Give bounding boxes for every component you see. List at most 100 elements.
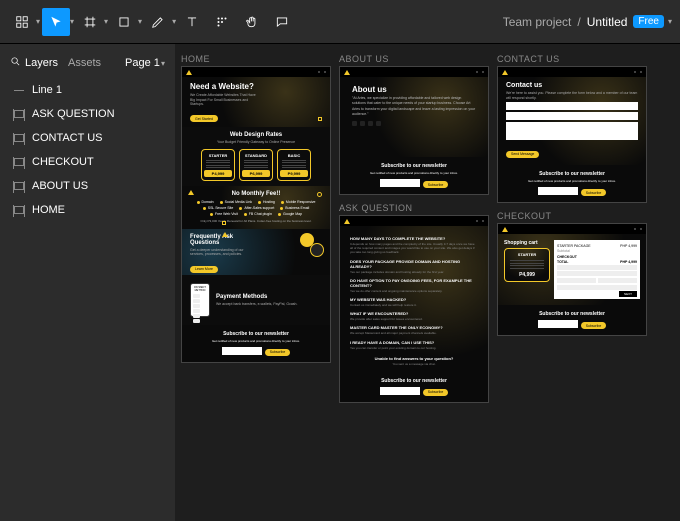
breadcrumb-team[interactable]: Team project (503, 15, 572, 29)
breadcrumb-sep: / (577, 15, 580, 29)
layer-row-frame[interactable]: CONTACT US (0, 126, 175, 150)
logo-icon (186, 70, 192, 75)
contact-field (506, 102, 638, 110)
checkout-plan-card: STARTER P4,999 (504, 248, 550, 282)
faq-answer: It depends on how many pages and the com… (350, 242, 478, 255)
chevron-down-icon[interactable]: ▾ (70, 17, 74, 26)
comment-tool-button[interactable] (268, 8, 296, 36)
search-icon[interactable] (10, 56, 21, 70)
faq-question: WHAT IF WE ENCOUNTERED? (350, 311, 478, 316)
frame-icon (14, 182, 24, 190)
about-body: "At Aries, we specialize in providing af… (352, 96, 476, 117)
frame-tool-button[interactable] (76, 8, 104, 36)
newsletter-input (222, 347, 262, 355)
plan-card: STARTERP4,999 (201, 149, 235, 182)
newsletter-heading: Subscribe to our newsletter (348, 378, 480, 384)
frame-title[interactable]: ABOUT US (339, 54, 489, 64)
subscribe-button: Subscribe (423, 389, 449, 396)
layer-row-frame[interactable]: CHECKOUT (0, 150, 175, 174)
frame-title[interactable]: ASK QUESTION (339, 203, 489, 213)
layer-row-frame[interactable]: ASK QUESTION (0, 102, 175, 126)
newsletter-heading: Subscribe to our newsletter (190, 331, 322, 337)
pages-dropdown[interactable]: Page 1 ▾ (125, 57, 165, 69)
rates-sub: Your Budget Friendly Gateway to Online P… (190, 140, 322, 145)
rates-heading: Web Design Rates (190, 132, 322, 138)
canvas[interactable]: HOME Need a Website? We Create Affordabl… (175, 44, 680, 521)
chevron-down-icon[interactable]: ▾ (172, 17, 176, 26)
faq-illustration (300, 233, 324, 257)
social-icons (352, 121, 476, 126)
plan-card: BASICP9,999 (277, 149, 311, 182)
top-toolbar: ▾ ▾ ▾ ▾ ▾ Team project / Untitled Free ▾ (0, 0, 680, 44)
layer-label: ABOUT US (32, 180, 88, 192)
faq-question: MASTER CARD MASTER THE ONLY ECONOMY? (350, 325, 478, 330)
chevron-down-icon[interactable]: ▾ (36, 17, 40, 26)
newsletter-heading: Subscribe to our newsletter (506, 171, 638, 177)
faq-question: HOW MANY DAYS TO COMPLETE THE WEBSITE? (350, 236, 478, 241)
hero-heading: Need a Website? (190, 82, 322, 91)
text-tool-button[interactable] (178, 8, 206, 36)
chevron-down-icon[interactable]: ▾ (138, 17, 142, 26)
send-button: Send Message (506, 151, 539, 158)
contact-sub: We're here to assist you. Please complet… (506, 91, 638, 100)
subscribe-button: Subscribe (423, 181, 449, 188)
payment-heading: Payment Methods (216, 294, 297, 300)
frame-icon (14, 158, 24, 166)
layer-row-frame[interactable]: ABOUT US (0, 174, 175, 198)
frame-icon (14, 110, 24, 118)
layer-label: HOME (32, 204, 65, 216)
pen-tool-button[interactable] (144, 8, 172, 36)
breadcrumb-title[interactable]: Untitled (587, 15, 628, 29)
hero-cta-button: Get Started (190, 115, 218, 122)
subscribe-button: Subscribe (581, 322, 607, 329)
line-icon (14, 90, 24, 91)
nomonthly-note: Only P3,000 Yearly Renewal for All Plans… (190, 220, 322, 224)
contact-heading: Contact us (506, 82, 638, 89)
tab-layers[interactable]: Layers (25, 57, 58, 69)
newsletter-heading: Subscribe to our newsletter (506, 311, 638, 317)
faq-heading: Frequently Ask Questions (190, 234, 250, 246)
phone-illustration: PAYMENT METHOD (190, 283, 210, 317)
layer-row-frame[interactable]: HOME (0, 198, 175, 222)
layer-row-line[interactable]: Line 1 (0, 78, 175, 102)
contact-textarea (506, 122, 638, 140)
frame-askq[interactable]: HOW MANY DAYS TO COMPLETE THE WEBSITE? I… (339, 215, 489, 403)
tab-assets[interactable]: Assets (68, 57, 101, 69)
layer-label: CONTACT US (32, 132, 103, 144)
about-heading: About us (352, 85, 476, 94)
payment-sub: We accept bank transfers, e-wallets, Pay… (216, 302, 297, 307)
newsletter-heading: Subscribe to our newsletter (348, 163, 480, 169)
layer-label: CHECKOUT (32, 156, 94, 168)
frame-title[interactable]: CONTACT US (497, 54, 647, 64)
frame-checkout[interactable]: Shopping cart STARTER P4,999 STARTER PAC… (497, 223, 647, 336)
left-panel: Layers Assets Page 1 ▾ Line 1 ASK QUESTI… (0, 44, 175, 521)
hand-tool-button[interactable] (238, 8, 266, 36)
faq-question: MY WEBSITE WAS HACKED? (350, 297, 478, 302)
newsletter-sub: Get notified of new products and promoti… (190, 339, 322, 343)
nomonthly-heading: No Monthly Fee!! (190, 191, 322, 197)
subscribe-button: Subscribe (581, 189, 607, 196)
frame-title[interactable]: CHECKOUT (497, 211, 647, 221)
frame-icon (14, 206, 24, 214)
cart-heading: Shopping cart (504, 240, 550, 246)
subscribe-button: Subscribe (265, 349, 291, 356)
frame-home[interactable]: Need a Website? We Create Affordable Web… (181, 66, 331, 363)
contact-field (506, 112, 638, 120)
frame-title[interactable]: HOME (181, 54, 331, 64)
checkout-summary: STARTER PACKAGEPHP 4,999 Subtotal CHECKO… (554, 240, 640, 299)
faq-cta-button: Learn More (190, 266, 218, 273)
frame-contact[interactable]: Contact us We're here to assist you. Ple… (497, 66, 647, 203)
resources-button[interactable] (208, 8, 236, 36)
plan-badge[interactable]: Free (633, 15, 664, 28)
shape-tool-button[interactable] (110, 8, 138, 36)
layer-label: ASK QUESTION (32, 108, 115, 120)
faq-question: DOES YOUR PACKAGE PROVIDE DOMAIN AND HOS… (350, 259, 478, 269)
move-tool-button[interactable] (42, 8, 70, 36)
feature-list: Domain Social Media Link Hosting Mobile … (190, 200, 322, 216)
frame-about[interactable]: About us "At Aries, we specialize in pro… (339, 66, 489, 195)
main-menu-button[interactable] (8, 8, 36, 36)
newsletter-section: Subscribe to our newsletter Get notified… (182, 325, 330, 362)
chevron-down-icon[interactable]: ▾ (668, 17, 672, 26)
mock-nav (182, 67, 330, 77)
chevron-down-icon[interactable]: ▾ (104, 17, 108, 26)
